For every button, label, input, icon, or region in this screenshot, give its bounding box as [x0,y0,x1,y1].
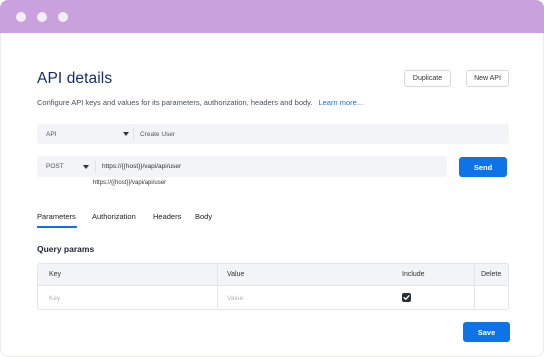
tab-authorization[interactable]: Authorization [92,212,136,221]
url-input[interactable]: https://{{host}}/vapi/api/user [102,163,181,170]
send-button[interactable]: Send [459,157,507,177]
window-dot-2[interactable] [37,12,47,22]
learn-more-link[interactable]: Learn more... [318,98,363,107]
method-select[interactable]: POST [37,156,94,177]
request-row: POST https://{{host}}/vapi/api/user [37,156,447,177]
window-titlebar [0,0,544,33]
tab-body[interactable]: Body [195,212,212,221]
window-dot-3[interactable] [58,12,68,22]
tab-headers[interactable]: Headers [153,212,181,221]
include-checkbox[interactable] [402,293,411,302]
method-value: POST [46,163,64,170]
column-divider [217,264,218,309]
value-input[interactable]: Value [227,295,243,302]
column-header-delete: Delete [481,271,502,278]
api-select[interactable]: API [37,124,132,144]
chevron-down-icon [83,165,89,169]
active-tab-indicator [37,226,77,228]
tab-parameters[interactable]: Parameters [37,212,76,221]
query-params-table: Key Value Include Delete Key Value [37,263,509,310]
api-select-value: API [46,131,57,138]
check-icon [403,295,410,300]
column-header-include: Include [402,271,425,278]
api-row: API Create User [37,124,509,144]
section-title: Query params [37,244,95,254]
save-button[interactable]: Save [463,322,510,342]
page-description: Configure API keys and values for its pa… [37,98,363,107]
resolved-url: https://{{host}}/vapi/api/user [93,180,167,186]
new-api-button[interactable]: New API [466,70,509,87]
key-input[interactable]: Key [49,295,60,302]
delete-cell[interactable] [475,286,508,309]
window-dot-1[interactable] [16,12,26,22]
column-header-value: Value [227,271,245,278]
divider [95,160,96,173]
chevron-down-icon [123,132,129,136]
table-header: Key Value Include Delete [38,264,508,286]
divider [133,127,134,141]
duplicate-button[interactable]: Duplicate [404,70,451,87]
page-title: API details [37,70,113,87]
description-text: Configure API keys and values for its pa… [37,98,313,107]
api-name-input[interactable]: Create User [140,131,175,138]
column-header-key: Key [49,271,62,278]
